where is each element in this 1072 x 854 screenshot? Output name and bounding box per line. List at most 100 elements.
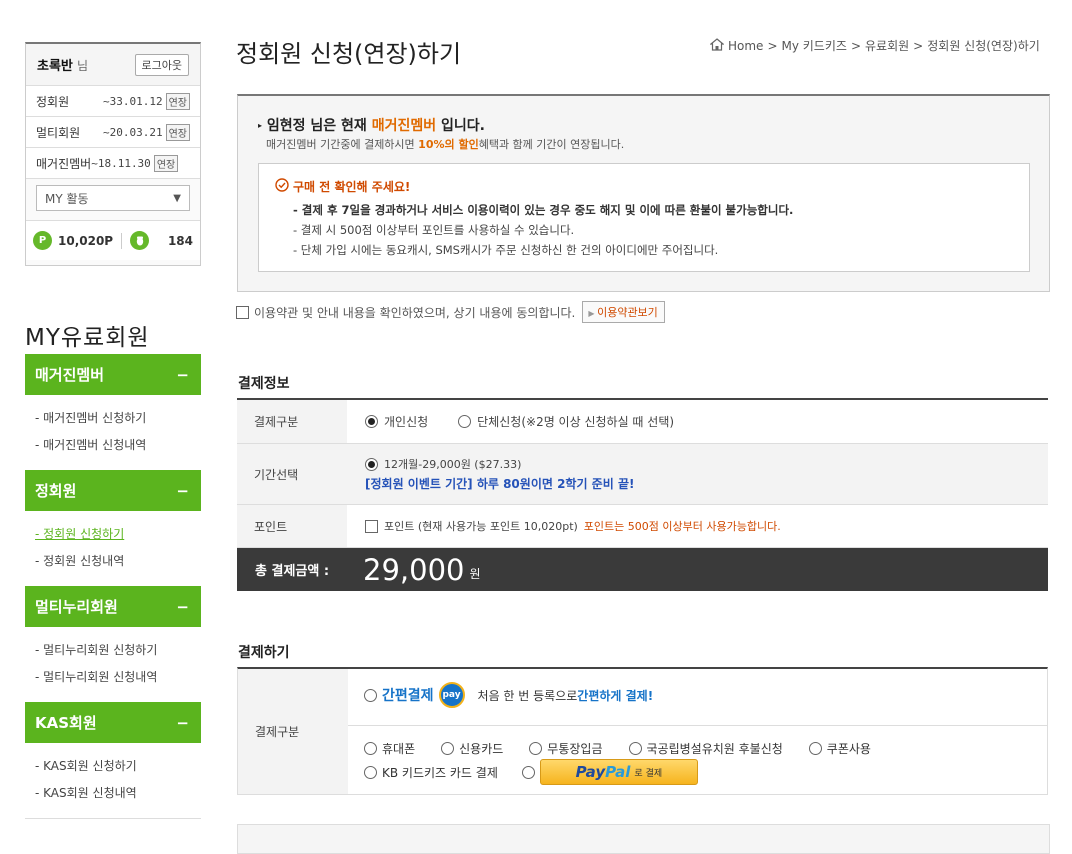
home-icon[interactable] — [709, 37, 725, 54]
method-label: KB 키드키즈 카드 결제 — [382, 765, 498, 780]
radio-12month[interactable] — [365, 457, 378, 471]
membership-row: 정회원 ~33.01.12 연장 — [26, 86, 200, 117]
membership-date: ~18.11.30 — [91, 156, 151, 170]
method-label: 신용카드 — [459, 742, 504, 756]
sidebar-item-kas-apply[interactable]: - KAS회원 신청하기 — [35, 757, 137, 774]
warning-item: - 단체 가입 시에는 동요캐시, SMS캐시가 주문 신청하신 한 건의 아이… — [293, 243, 719, 257]
sidebar-group-label: 매거진멤버 — [35, 366, 105, 384]
paypal-suffix: 로 결제 — [634, 768, 663, 779]
radio-coupon[interactable] — [808, 742, 822, 755]
sidebar-group-magazine[interactable]: 매거진멤버 − — [25, 354, 201, 395]
extend-button[interactable]: 연장 — [165, 92, 190, 110]
membership-row: 멀티회원 ~20.03.21 연장 — [26, 117, 200, 148]
payment-info-heading: 결제정보 — [238, 376, 290, 392]
method-label: 휴대폰 — [382, 742, 416, 756]
activity-select[interactable]: MY 활동 ▼ — [36, 185, 190, 211]
total-unit: 원 — [469, 567, 481, 581]
radio-paypal[interactable] — [521, 765, 535, 779]
period-option: 12개월-29,000원 ($27.33) — [365, 456, 521, 472]
radio-deferred[interactable] — [628, 742, 642, 755]
sidebar-title: MY유료회원 — [25, 325, 150, 351]
easy-pay-desc-highlight: 간편하게 결제! — [577, 688, 654, 703]
method-label: 쿠폰사용 — [826, 742, 871, 756]
logout-button[interactable]: 로그아웃 — [134, 53, 189, 76]
bullet-icon: ▸ — [258, 121, 263, 130]
membership-date: ~20.03.21 — [102, 125, 163, 139]
row-label: 결제구분 — [238, 669, 348, 794]
sidebar-item-regular-history[interactable]: - 정회원 신청내역 — [35, 552, 124, 569]
minus-icon: − — [176, 481, 189, 500]
user-info-box: 초록반 님 로그아웃 정회원 ~33.01.12 연장 멀티회원 ~20.03.… — [25, 42, 201, 266]
points-value: 10,020P — [58, 233, 114, 248]
payment-method-row: KB 키드키즈 카드 결제 PayPal 로 결제 — [364, 759, 698, 785]
radio-easy-pay[interactable] — [364, 688, 377, 702]
notice-status-highlight: 매거진멤버 — [371, 118, 437, 134]
extend-button[interactable]: 연장 — [153, 154, 179, 172]
view-terms-label: 이용약관보기 — [597, 306, 658, 319]
divider — [348, 725, 1047, 726]
membership-label: 정회원 — [36, 94, 70, 109]
sidebar-item-magazine-history[interactable]: - 매거진멤버 신청내역 — [35, 436, 146, 453]
acorn-icon — [130, 231, 150, 250]
breadcrumb-sep: > — [850, 38, 861, 53]
breadcrumb-home[interactable]: Home — [728, 39, 763, 53]
payment-info-table: 결제구분 개인신청 단체신청(※2명 이상 신청하실 때 선택) 기간선택 12… — [237, 398, 1048, 591]
sidebar-item-multinuri-apply[interactable]: - 멀티누리회원 신청하기 — [35, 641, 157, 658]
breadcrumb-paid[interactable]: 유료회원 — [865, 37, 909, 54]
payment-type-row: 결제구분 개인신청 단체신청(※2명 이상 신청하실 때 선택) — [237, 400, 1048, 444]
points-icon: P — [33, 231, 52, 250]
membership-label: 매거진멤버 — [36, 156, 92, 171]
user-name: 초록반 — [37, 59, 73, 74]
view-terms-button[interactable]: ▶ 이용약관보기 — [582, 301, 665, 323]
sidebar-item-magazine-apply[interactable]: - 매거진멤버 신청하기 — [35, 409, 146, 426]
breadcrumb-my[interactable]: My 키드키즈 — [782, 37, 847, 54]
period-row: 기간선택 12개월-29,000원 ($27.33) [정회원 이벤트 기간] … — [237, 444, 1048, 505]
payment-method-row: 휴대폰 신용카드 무통장입금 국공립병설유치원 후불신청 쿠폰사용 — [364, 740, 871, 757]
extend-button[interactable]: 연장 — [165, 123, 190, 141]
paypal-logo: PayPal — [576, 763, 631, 781]
radio-individual[interactable] — [365, 415, 378, 428]
radio-credit-card[interactable] — [441, 742, 455, 755]
use-points-checkbox[interactable] — [365, 519, 378, 533]
pay-logo-icon: pay — [438, 682, 465, 708]
membership-notice: ▸ 임현정 님은 현재 매거진멤버 입니다. 매거진멤버 기간중에 결제하시면 … — [237, 94, 1050, 292]
radio-phone[interactable] — [364, 742, 377, 755]
total-amount: 29,000 — [363, 552, 465, 587]
points-note: 포인트는 500점 이상부터 사용가능합니다. — [583, 520, 781, 533]
sidebar-group-kas[interactable]: KAS회원 − — [25, 702, 201, 743]
agree-checkbox[interactable] — [236, 305, 249, 319]
user-suffix: 님 — [77, 59, 89, 73]
period-event: [정회원 이벤트 기간] 하루 80원이면 2학기 준비 끝! — [365, 477, 635, 491]
minus-icon: − — [176, 597, 189, 616]
terms-agreement: 이용약관 및 안내 내용을 확인하였으며, 상기 내용에 동의합니다. ▶ 이용… — [236, 301, 665, 323]
notice-discount-pre: 매거진멤버 기간중에 결제하시면 — [266, 138, 419, 151]
notice-discount-post: 혜택과 함께 기간이 연장됩니다. — [478, 138, 625, 151]
notice-status: ▸ 임현정 님은 현재 매거진멤버 입니다. — [258, 115, 485, 135]
easy-pay-desc: 처음 한 번 등록으로 — [477, 688, 578, 703]
warning-item: - 결제 후 7일을 경과하거나 서비스 이용이력이 있는 경우 중도 해지 및… — [293, 203, 794, 217]
points-bar: P 10,020P 184 — [26, 220, 200, 260]
sidebar-group-regular[interactable]: 정회원 − — [25, 470, 201, 511]
paypal-logo-a: Pay — [575, 763, 606, 781]
arrow-right-icon: ▶ — [588, 309, 598, 318]
divider — [121, 232, 123, 249]
sidebar-item-multinuri-history[interactable]: - 멀티누리회원 신청내역 — [35, 668, 157, 685]
paypal-button[interactable]: PayPal 로 결제 — [539, 759, 698, 785]
radio-individual-label: 개인신청 — [384, 415, 429, 429]
sidebar-item-regular-apply[interactable]: - 정회원 신청하기 — [35, 525, 124, 542]
radio-bank-transfer[interactable] — [529, 742, 543, 755]
radio-kb-card[interactable] — [364, 765, 377, 779]
breadcrumb-current: 정회원 신청(연장)하기 — [927, 39, 1040, 53]
sidebar-group-label: 멀티누리회원 — [35, 598, 118, 616]
points-available: 포인트 (현재 사용가능 포인트 10,020pt) — [384, 520, 578, 533]
sidebar-group-multinuri[interactable]: 멀티누리회원 − — [25, 586, 201, 627]
row-label: 결제구분 — [237, 400, 347, 443]
pay-table: 결제구분 간편결제 pay 처음 한 번 등록으로 간편하게 결제! 휴대폰 신… — [237, 667, 1048, 795]
notice-discount-highlight: 10%의 할인 — [418, 138, 479, 151]
membership-label: 멀티회원 — [36, 125, 81, 140]
agree-text: 이용약관 및 안내 내용을 확인하였으며, 상기 내용에 동의합니다. — [254, 305, 576, 320]
radio-group[interactable] — [458, 415, 472, 428]
row-label: 포인트 — [237, 505, 347, 547]
sidebar-item-kas-history[interactable]: - KAS회원 신청내역 — [35, 784, 137, 801]
membership-row: 매거진멤버 ~18.11.30 연장 — [26, 148, 200, 179]
